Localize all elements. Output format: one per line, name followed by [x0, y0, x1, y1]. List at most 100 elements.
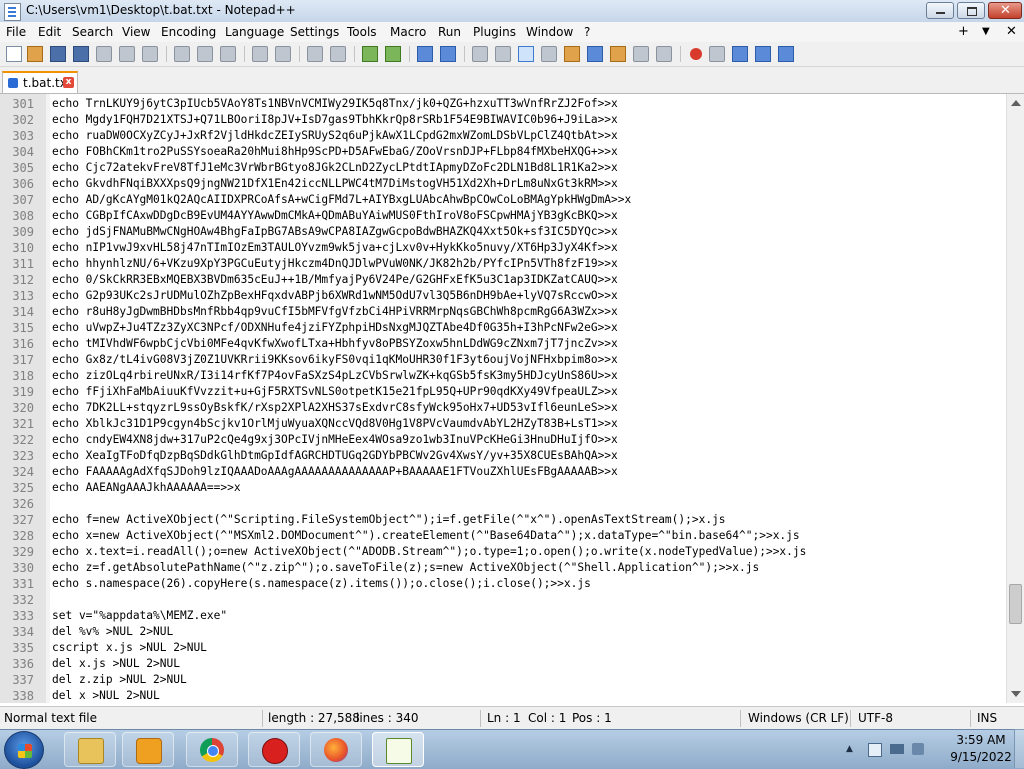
taskbar-media-player[interactable] — [122, 732, 174, 767]
code-line[interactable]: 310 echo nIP1vwJ9xvHL58j47nTImIOzEm3TAULO… — [0, 240, 1006, 256]
new-tab-icon[interactable]: + — [958, 24, 969, 39]
save-icon[interactable] — [50, 46, 66, 62]
code-line[interactable]: 334 del %v% >NUL 2>NUL — [0, 624, 1006, 640]
close-all-icon[interactable] — [119, 46, 135, 62]
code-line[interactable]: 331 echo s.namespace(26).copyHere(s.names… — [0, 576, 1006, 592]
monitoring-icon[interactable] — [633, 46, 649, 62]
start-button[interactable] — [4, 731, 44, 769]
code-line[interactable]: 327 echo f=new ActiveXObject(^"Scripting.… — [0, 512, 1006, 528]
menu-view[interactable]: View — [122, 25, 150, 39]
function-list-icon[interactable] — [587, 46, 603, 62]
menu-settings[interactable]: Settings — [290, 25, 339, 39]
sync-vertical-icon[interactable] — [417, 46, 433, 62]
new-file-icon[interactable] — [6, 46, 22, 62]
menu-encoding[interactable]: Encoding — [161, 25, 216, 39]
close-button[interactable]: ✕ — [988, 2, 1022, 19]
show-desktop-button[interactable] — [1014, 729, 1024, 768]
code-line[interactable]: 336 del x.js >NUL 2>NUL — [0, 656, 1006, 672]
open-file-icon[interactable] — [27, 46, 43, 62]
menu-file[interactable]: File — [6, 25, 26, 39]
code-line[interactable]: 301 echo TrnLKUY9j6ytC3pIUcb5VAoY8Ts1NBVn… — [0, 96, 1006, 112]
folder-as-workspace-icon[interactable] — [610, 46, 626, 62]
code-line[interactable]: 312 echo 0/SkCkRR3EBxMQEBX3BVDm635cEuJ++1… — [0, 272, 1006, 288]
record-macro-icon[interactable] — [690, 48, 702, 60]
code-line[interactable]: 335 cscript x.js >NUL 2>NUL — [0, 640, 1006, 656]
tab-list-dropdown-icon[interactable]: ▼ — [982, 26, 990, 37]
taskbar-firefox[interactable] — [310, 732, 362, 767]
copy-icon[interactable] — [197, 46, 213, 62]
volume-icon[interactable] — [912, 743, 924, 755]
paste-icon[interactable] — [220, 46, 236, 62]
print-icon[interactable] — [142, 46, 158, 62]
code-line[interactable]: 308 echo CGBpIfCAxwDDgDcB9EvUM4AYYAwwDmCM… — [0, 208, 1006, 224]
menu-search[interactable]: Search — [72, 25, 113, 39]
action-center-icon[interactable] — [868, 743, 882, 757]
editor-area[interactable]: 301 echo TrnLKUY9j6ytC3pIUcb5VAoY8Ts1NBVn… — [0, 94, 1006, 703]
zoom-in-icon[interactable] — [362, 46, 378, 62]
clock-date[interactable]: 9/15/2022 — [946, 750, 1016, 764]
playback-macro-icon[interactable] — [732, 46, 748, 62]
user-defined-language-icon[interactable] — [541, 46, 557, 62]
code-line[interactable]: 329 echo x.text=i.readAll();o=new ActiveX… — [0, 544, 1006, 560]
show-all-characters-icon[interactable] — [495, 46, 511, 62]
run-macro-multiple-icon[interactable] — [755, 46, 771, 62]
code-line[interactable]: 323 echo XeaIgTFoDfqDzpBqSDdkGlhDtmGpIdfA… — [0, 448, 1006, 464]
find-icon[interactable] — [307, 46, 323, 62]
code-line[interactable]: 322 echo cndyEW4XN8jdw+317uP2cQe4g9xj3OPc… — [0, 432, 1006, 448]
minimize-button[interactable] — [926, 2, 954, 19]
code-line[interactable]: 316 echo tMIVhdWF6wpbCjcVbi0MFe4qvKfwXwof… — [0, 336, 1006, 352]
title-bar[interactable]: C:\Users\vm1\Desktop\t.bat.txt - Notepad… — [0, 0, 1024, 23]
scroll-down-icon[interactable] — [1011, 691, 1021, 697]
tab-close-icon[interactable]: x — [63, 77, 74, 88]
code-line[interactable]: 307 echo AD/gKcAYgM01kQ2AQcAIIDXPRCoAfsA+… — [0, 192, 1006, 208]
close-file-icon[interactable] — [96, 46, 112, 62]
code-line[interactable]: 333 set v="%appdata%\MEMZ.exe" — [0, 608, 1006, 624]
replace-icon[interactable] — [330, 46, 346, 62]
tab-t-bat-txt[interactable]: t.bat.txt x — [2, 71, 78, 93]
code-line[interactable]: 320 echo 7DK2LL+stqyzrL9ssOyBskfK/rXsp2XP… — [0, 400, 1006, 416]
close-tab-icon[interactable]: ✕ — [1006, 24, 1017, 39]
redo-icon[interactable] — [275, 46, 291, 62]
code-line[interactable]: 309 echo jdSjFNAMuBMwCNgHOAw4BhgFaIpBG7AB… — [0, 224, 1006, 240]
scroll-thumb[interactable] — [1009, 584, 1022, 624]
status-insert-mode[interactable]: INS — [977, 711, 997, 725]
network-icon[interactable] — [890, 744, 904, 754]
code-line[interactable]: 314 echo r8uH8yJgDwmBHDbsMnfRbb4qp9vuCfI5… — [0, 304, 1006, 320]
menu-macro[interactable]: Macro — [390, 25, 426, 39]
cut-icon[interactable] — [174, 46, 190, 62]
stop-recording-icon[interactable] — [709, 46, 725, 62]
tray-overflow-icon[interactable]: ▲ — [846, 744, 853, 754]
code-line[interactable]: 317 echo Gx8z/tL4ivG08V3jZ0Z1UVKRrii9KKso… — [0, 352, 1006, 368]
menu-edit[interactable]: Edit — [38, 25, 61, 39]
code-line[interactable]: 304 echo FOBhCKm1tro2PuSSYsoeaRa20hMui8hH… — [0, 144, 1006, 160]
menu-help[interactable]: ? — [584, 25, 590, 39]
code-line[interactable]: 337 del z.zip >NUL 2>NUL — [0, 672, 1006, 688]
scroll-up-icon[interactable] — [1011, 100, 1021, 106]
code-line[interactable]: 325 echo AAEANgAAAJkhAAAAAA==>>x — [0, 480, 1006, 496]
code-line[interactable]: 332 — [0, 592, 1006, 608]
code-line[interactable]: 302 echo Mgdy1FQH7D21XTSJ+Q71LBOoriI8pJV+… — [0, 112, 1006, 128]
taskbar-notepadpp[interactable] — [372, 732, 424, 767]
save-macro-icon[interactable] — [778, 46, 794, 62]
menu-tools[interactable]: Tools — [347, 25, 377, 39]
maximize-button[interactable] — [957, 2, 985, 19]
clock-time[interactable]: 3:59 AM — [946, 733, 1016, 747]
undo-icon[interactable] — [252, 46, 268, 62]
sync-horizontal-icon[interactable] — [440, 46, 456, 62]
code-line[interactable]: 326 — [0, 496, 1006, 512]
eye-icon[interactable] — [656, 46, 672, 62]
menu-window[interactable]: Window — [526, 25, 573, 39]
word-wrap-icon[interactable] — [472, 46, 488, 62]
vertical-scrollbar[interactable] — [1006, 94, 1024, 703]
code-line[interactable]: 328 echo x=new ActiveXObject(^"MSXml2.DOM… — [0, 528, 1006, 544]
code-line[interactable]: 318 echo zizOLq4rbireUNxR/I3i14rfKf7P4ovF… — [0, 368, 1006, 384]
taskbar-memz[interactable] — [248, 732, 300, 767]
code-line[interactable]: 319 echo fFjiXhFaMbAiuuKfVvzzit+u+GjF5RXT… — [0, 384, 1006, 400]
code-line[interactable]: 303 echo ruaDW0OCXyZCyJ+JxRf2VjldHkdcZEIy… — [0, 128, 1006, 144]
notepadpp-app-icon[interactable] — [4, 3, 21, 21]
menu-language[interactable]: Language — [225, 25, 284, 39]
code-line[interactable]: 311 echo hhynhlzNU/6+VKzu9XpY3PGCuEutyjHk… — [0, 256, 1006, 272]
indent-guide-icon[interactable] — [518, 46, 534, 62]
code-line[interactable]: 313 echo G2p93UKc2sJrUDMulOZhZpBexHFqxdvA… — [0, 288, 1006, 304]
menu-run[interactable]: Run — [438, 25, 461, 39]
